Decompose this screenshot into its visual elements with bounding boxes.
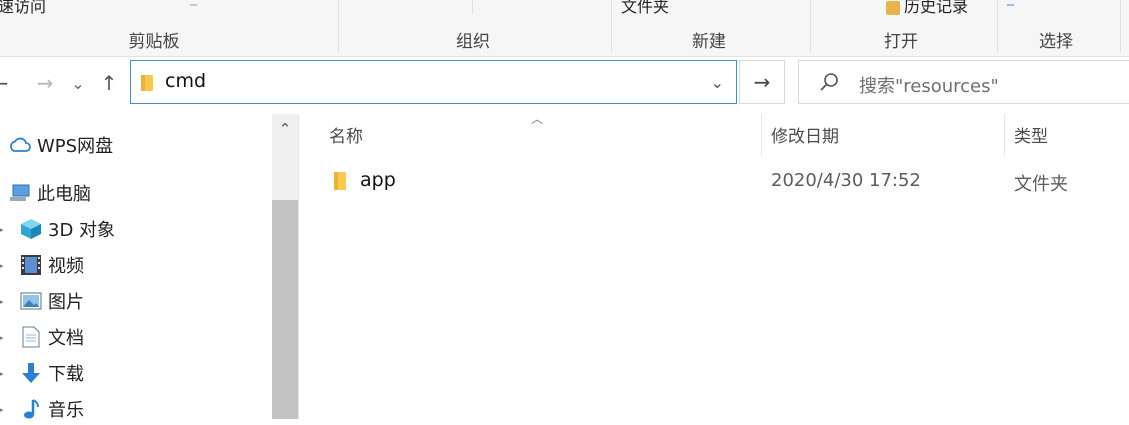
- expand-arrow-icon[interactable]: ▸: [0, 295, 4, 308]
- folder-icon: [140, 74, 154, 96]
- recent-locations-button[interactable]: ⌄: [68, 67, 88, 99]
- navigation-pane: WPS网盘 此电脑 ▸ 3D 对象 ▸ 视频 ▸ 图片 ▸ 文档 ▸ 下载 ▸ …: [0, 114, 299, 421]
- group-separator: [338, 0, 339, 52]
- new-folder-fragment[interactable]: 文件夹: [621, 0, 669, 17]
- select-fragment-mark: _: [1007, 0, 1014, 6]
- file-type: 文件夹: [1014, 174, 1068, 195]
- back-button[interactable]: ←: [0, 67, 12, 99]
- group-separator: [611, 0, 612, 52]
- video-icon: [20, 254, 42, 276]
- expand-arrow-icon[interactable]: ▸: [0, 259, 4, 272]
- history-label: 历史记录: [904, 0, 969, 16]
- address-bar[interactable]: cmd ⌄: [130, 60, 737, 104]
- search-icon: [819, 72, 839, 96]
- history-icon: [886, 0, 900, 15]
- group-separator: [997, 0, 998, 52]
- sidebar-item-label: 图片: [48, 292, 84, 313]
- history-fragment[interactable]: 历史记录: [886, 0, 968, 17]
- file-modified-date: 2020/4/30 17:52: [771, 170, 921, 191]
- cube-3d-icon: [20, 218, 42, 240]
- sidebar-item-this-pc[interactable]: 此电脑: [0, 177, 270, 209]
- up-button[interactable]: ↑: [96, 67, 122, 99]
- computer-icon: [9, 183, 31, 203]
- expand-arrow-icon[interactable]: ▸: [0, 403, 4, 416]
- music-icon: [22, 398, 40, 420]
- sidebar-item-wps-cloud[interactable]: WPS网盘: [0, 129, 270, 161]
- sidebar-item-label: 此电脑: [37, 184, 91, 205]
- file-list: ︿ 名称 修改日期 类型 app 2020/4/30 17:52 文件夹: [299, 112, 1129, 419]
- group-label-select: 选择: [1039, 32, 1073, 52]
- sidebar-item-pictures[interactable]: ▸ 图片: [0, 285, 270, 317]
- sidebar-item-downloads[interactable]: ▸ 下载: [0, 357, 270, 389]
- sidebar-item-label: WPS网盘: [37, 136, 114, 157]
- group-label-clipboard: 剪贴板: [128, 32, 180, 52]
- sidebar-item-label: 文档: [48, 328, 84, 349]
- folder-icon: [333, 171, 347, 195]
- group-label-open: 打开: [884, 32, 918, 52]
- sidebar-item-documents[interactable]: ▸ 文档: [0, 321, 270, 353]
- address-path: cmd: [165, 70, 207, 92]
- document-icon: [22, 326, 40, 348]
- search-box[interactable]: 搜索"resources": [798, 60, 1129, 104]
- sort-ascending-icon: ︿: [531, 112, 544, 126]
- ribbon-fragment-mark: _: [190, 0, 197, 6]
- column-header-name[interactable]: 名称: [329, 122, 363, 147]
- quick-access-fragment[interactable]: 速访问: [0, 0, 46, 17]
- sidebar-item-3d-objects[interactable]: ▸ 3D 对象: [0, 213, 270, 245]
- table-row[interactable]: app 2020/4/30 17:52 文件夹: [317, 166, 1117, 198]
- cloud-icon: [8, 136, 32, 154]
- group-separator: [810, 0, 811, 52]
- sidebar-item-label: 3D 对象: [48, 220, 116, 241]
- chevron-down-icon[interactable]: ⌄: [711, 73, 724, 92]
- download-icon: [21, 362, 41, 384]
- group-separator: [472, 0, 473, 14]
- file-name: app: [360, 169, 396, 191]
- sidebar-item-label: 下载: [48, 364, 84, 385]
- expand-arrow-icon[interactable]: ▸: [0, 331, 4, 344]
- column-header-type[interactable]: 类型: [1014, 122, 1048, 147]
- go-button[interactable]: →: [739, 60, 785, 104]
- scroll-up-arrow-icon[interactable]: ⌃: [272, 120, 298, 140]
- scrollbar-thumb[interactable]: [272, 200, 298, 419]
- sidebar-item-music[interactable]: ▸ 音乐: [0, 393, 270, 425]
- navigation-bar: ← → ⌄ ↑ cmd ⌄ → 搜索"resources": [0, 57, 1129, 114]
- forward-button[interactable]: →: [32, 67, 58, 99]
- group-separator: [1120, 0, 1121, 52]
- ribbon: 速访问 _ 文件夹 历史记录 _ 剪贴板 组织 新建 打开 选择: [0, 0, 1129, 57]
- column-separator[interactable]: [761, 114, 762, 156]
- group-label-organize: 组织: [456, 32, 490, 52]
- search-placeholder: 搜索"resources": [859, 76, 999, 97]
- sidebar-item-label: 视频: [48, 256, 84, 277]
- expand-arrow-icon[interactable]: ▸: [0, 367, 4, 380]
- sidebar-item-label: 音乐: [48, 400, 84, 421]
- group-label-new: 新建: [692, 32, 726, 52]
- pictures-icon: [20, 292, 42, 310]
- column-header-modified[interactable]: 修改日期: [771, 122, 839, 147]
- arrow-right-icon: →: [753, 70, 771, 94]
- expand-arrow-icon[interactable]: ▸: [0, 223, 4, 236]
- column-separator[interactable]: [1004, 114, 1005, 156]
- sidebar-item-videos[interactable]: ▸ 视频: [0, 249, 270, 281]
